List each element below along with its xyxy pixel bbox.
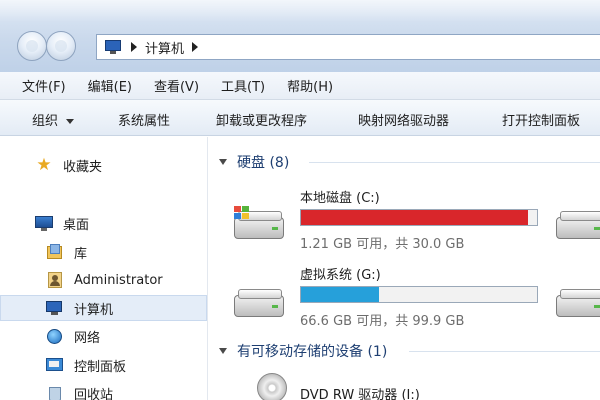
sidebar-item-label: 回收站 [74,387,114,400]
network-icon [46,328,64,344]
breadcrumb-computer[interactable]: 计算机 [145,38,184,57]
drive-c-free-space: 1.21 GB 可用，共 30.0 GB [300,237,465,252]
removable-group-title: 有可移动存储的设备 (1) [237,344,388,360]
menu-view[interactable]: 查看(V) [154,76,199,95]
menu-bar: 文件(F) 编辑(E) 查看(V) 工具(T) 帮助(H) [0,72,600,100]
menu-edit[interactable]: 编辑(E) [88,76,132,95]
system-properties-button[interactable]: 系统属性 [118,110,170,129]
drive-g-usage-fill [301,287,379,302]
hard-drive-icon[interactable] [554,283,600,321]
drive-g-name[interactable]: 虚拟系统 (G:) [300,264,381,283]
organize-label: 组织 [32,114,59,129]
user-folder-icon [46,272,64,288]
library-icon [46,244,64,260]
hard-drive-icon[interactable] [232,283,286,321]
star-icon: ★ [36,155,52,175]
drive-g-usage-bar [300,286,538,303]
sidebar-item-library[interactable]: 库 [0,239,207,265]
group-divider [309,162,600,163]
sidebar-item-recycle-bin[interactable]: 回收站 [0,380,207,400]
breadcrumb-arrow-icon[interactable] [192,42,199,52]
hard-disk-group-title: 硬盘 (8) [237,155,290,171]
sidebar-item-control-panel[interactable]: 控制面板 [0,352,207,378]
desktop-icon [35,215,53,231]
drive-c-usage-bar [300,209,538,226]
breadcrumb-arrow-icon[interactable] [131,42,137,52]
menu-help[interactable]: 帮助(H) [287,76,333,95]
sidebar-item-network[interactable]: 网络 [0,323,207,349]
organize-button[interactable]: 组织 [32,110,75,129]
map-network-drive-button[interactable]: 映射网络驱动器 [358,110,449,129]
content-pane: 硬盘 (8) 本地磁盘 (C:) 1.21 GB 可用，共 30.0 GB 虚拟… [209,137,600,400]
control-panel-icon [46,357,64,373]
dvd-drive-icon[interactable] [257,373,287,400]
chevron-down-icon [66,119,75,124]
sidebar-item-administrator[interactable]: Administrator [0,267,207,293]
computer-icon [105,40,123,54]
command-toolbar: 组织 系统属性 卸载或更改程序 映射网络驱动器 打开控制面板 [0,100,600,136]
open-control-panel-button[interactable]: 打开控制面板 [502,110,580,129]
back-button[interactable] [17,31,47,61]
hard-disk-group-header[interactable]: 硬盘 (8) [219,152,289,172]
hard-drive-icon[interactable] [232,205,286,243]
window-titlebar: 计算机 [0,0,600,72]
sidebar-item-label: 桌面 [63,217,90,233]
recycle-bin-icon [46,385,64,400]
computer-icon [46,300,64,316]
sidebar-item-label: 计算机 [74,302,114,318]
sidebar-item-computer[interactable]: 计算机 [0,295,207,321]
menu-file[interactable]: 文件(F) [22,76,66,95]
sidebar-item-label: 控制面板 [74,359,127,375]
sidebar-item-label: 库 [74,246,88,262]
drive-c-usage-fill [301,210,528,225]
sidebar-item-desktop[interactable]: 桌面 [0,210,207,236]
uninstall-program-button[interactable]: 卸载或更改程序 [216,110,307,129]
collapse-arrow-icon[interactable] [219,159,227,165]
navigation-pane: ★ 收藏夹 桌面 库 Administrator 计算机 网络 控制面板 回收站 [0,137,208,400]
sidebar-item-label: 网络 [74,330,101,346]
forward-button[interactable] [46,31,76,61]
collapse-arrow-icon[interactable] [219,348,227,354]
hard-drive-icon[interactable] [554,205,600,243]
drive-c-name[interactable]: 本地磁盘 (C:) [300,187,380,206]
address-bar[interactable]: 计算机 [96,34,600,60]
menu-tools[interactable]: 工具(T) [221,76,265,95]
dvd-drive-label[interactable]: DVD RW 驱动器 (I:) [300,384,420,400]
drive-g-free-space: 66.6 GB 可用，共 99.9 GB [300,314,465,329]
group-divider [409,351,600,352]
sidebar-item-favorites[interactable]: ★ 收藏夹 [0,152,207,178]
sidebar-item-label: 收藏夹 [63,159,103,175]
removable-group-header[interactable]: 有可移动存储的设备 (1) [219,341,387,361]
sidebar-item-label: Administrator [74,272,163,288]
